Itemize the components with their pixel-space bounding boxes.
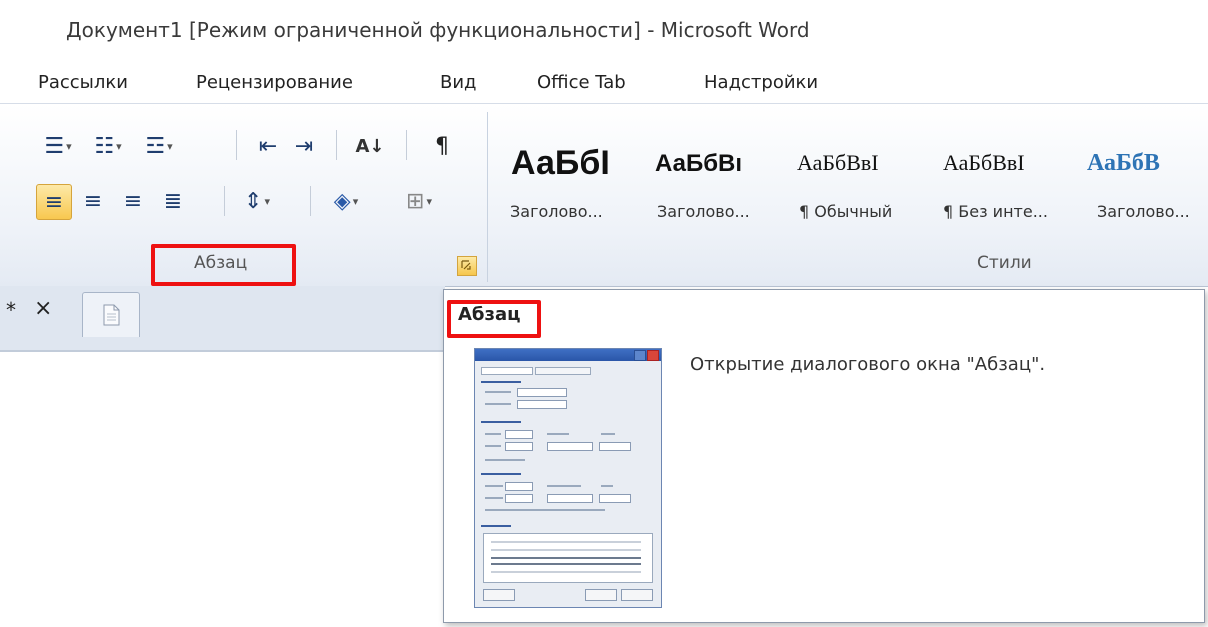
multilevel-list-button[interactable]: ☲ ▾ (136, 130, 182, 162)
separator (310, 186, 311, 216)
tab-review[interactable]: Рецензирование (196, 72, 353, 93)
sort-button[interactable]: А↓ (352, 130, 388, 162)
title-bar: Документ1 [Режим ограниченной функционал… (0, 0, 1208, 64)
highlight-box (151, 244, 296, 286)
sort-icon: А↓ (355, 135, 385, 157)
paragraph-dialog-preview (474, 348, 662, 608)
align-center-button[interactable]: ≡ (76, 184, 110, 218)
increase-indent-button[interactable]: ⇥ (288, 130, 320, 162)
bullet-list-icon: ☰ (44, 133, 65, 159)
paragraph-dialog-launcher[interactable] (457, 256, 477, 276)
align-right-button[interactable]: ≡ (116, 184, 150, 218)
align-left-button[interactable]: ≡ (36, 184, 72, 220)
paragraph-tooltip: Абзац Открытие диалогового окна "Абзац". (443, 289, 1205, 623)
chevron-down-icon: ▾ (426, 194, 432, 208)
separator (224, 186, 225, 216)
style-name: Заголово... (1097, 202, 1190, 221)
style-heading2-sample[interactable]: АаБбВı (655, 150, 779, 178)
style-name: Заголово... (510, 202, 603, 221)
tab-office-tab[interactable]: Office Tab (537, 72, 626, 93)
numbered-list-icon: ☷ (94, 133, 115, 159)
group-separator (487, 112, 488, 282)
close-tab-button[interactable]: × (34, 296, 52, 321)
dialog-titlebar (475, 349, 661, 361)
multilevel-list-icon: ☲ (145, 133, 166, 159)
highlight-box (447, 300, 541, 338)
chevron-down-icon: ▾ (264, 194, 270, 208)
chevron-down-icon: ▾ (116, 139, 122, 153)
window-title: Документ1 [Режим ограниченной функционал… (66, 18, 810, 42)
separator (406, 130, 407, 160)
document-icon (103, 304, 120, 326)
decrease-indent-button[interactable]: ⇤ (252, 130, 284, 162)
line-spacing-button[interactable]: ⇕ ▾ (234, 184, 280, 218)
borders-button[interactable]: ⊞ ▾ (392, 184, 446, 218)
justify-button[interactable]: ≣ (156, 184, 190, 218)
ribbon-tab-bar: Рассылки Рецензирование Вид Office Tab Н… (0, 64, 1208, 104)
align-center-icon: ≡ (83, 188, 103, 214)
style-heading-sample[interactable]: АаБбВ (1087, 150, 1208, 177)
paint-bucket-icon: ◈ (333, 188, 351, 214)
show-marks-button[interactable]: ¶ (426, 130, 458, 162)
tab-mailings[interactable]: Рассылки (38, 72, 128, 93)
align-right-icon: ≡ (123, 188, 143, 214)
new-document-tab-button[interactable] (82, 292, 140, 337)
chevron-down-icon: ▾ (66, 139, 72, 153)
bullets-button[interactable]: ☰ ▾ (36, 130, 80, 162)
pilcrow-icon: ¶ (435, 133, 449, 159)
style-normal-sample[interactable]: АаБбВвI (797, 150, 927, 176)
align-left-icon: ≡ (44, 189, 64, 215)
style-heading1-sample[interactable]: АаБбI (511, 144, 645, 183)
separator (336, 130, 337, 160)
dialog-launcher-icon (461, 260, 471, 270)
tab-view[interactable]: Вид (440, 72, 477, 93)
unsaved-marker: * (6, 298, 16, 322)
shading-button[interactable]: ◈ ▾ (320, 184, 372, 218)
tooltip-description: Открытие диалогового окна "Абзац". (690, 354, 1046, 375)
ribbon: ☰ ▾ ☷ ▾ ☲ ▾ ⇤ ⇥ А↓ ¶ ≡ ≡ ≡ ≣ ⇕ ▾ ◈ ▾ ⊞ ▾… (0, 103, 1208, 287)
style-name: ¶ Без инте... (943, 202, 1048, 221)
style-name: ¶ Обычный (799, 202, 893, 221)
tab-addins[interactable]: Надстройки (704, 72, 818, 93)
separator (236, 130, 237, 160)
close-icon (647, 350, 659, 361)
styles-group: АаБбI АаБбВı АаБбВвI АаБбВвI АаБбВ Загол… (497, 104, 1208, 284)
document-tab-strip: * × (0, 286, 445, 352)
borders-icon: ⊞ (406, 188, 425, 214)
numbering-button[interactable]: ☷ ▾ (86, 130, 130, 162)
decrease-indent-icon: ⇤ (258, 133, 278, 159)
increase-indent-icon: ⇥ (294, 133, 314, 159)
styles-group-label: Стили (977, 253, 1032, 273)
help-icon (634, 350, 646, 361)
chevron-down-icon: ▾ (352, 194, 359, 208)
justify-icon: ≣ (163, 188, 183, 214)
chevron-down-icon: ▾ (167, 139, 173, 153)
style-name: Заголово... (657, 202, 750, 221)
line-spacing-icon: ⇕ (244, 188, 263, 214)
style-nospacing-sample[interactable]: АаБбВвI (943, 150, 1075, 176)
